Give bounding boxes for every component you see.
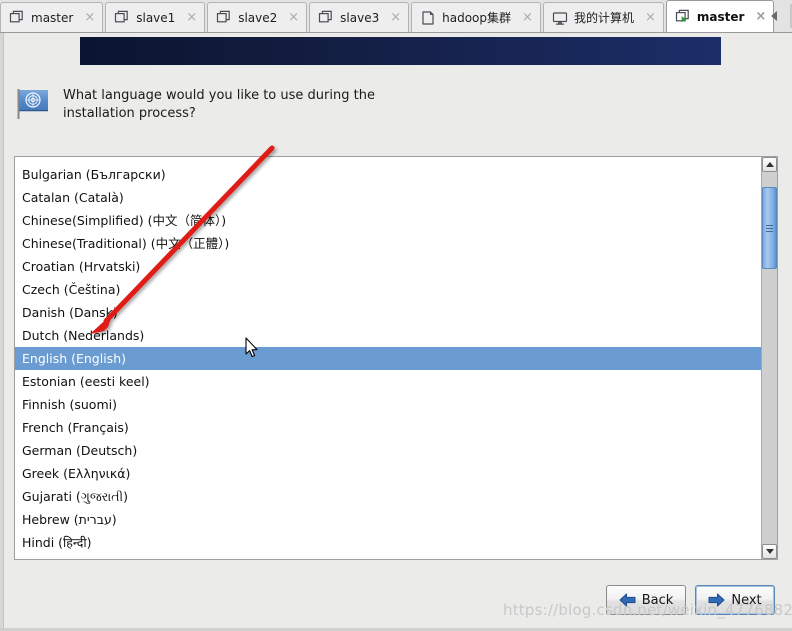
window-stack-icon bbox=[318, 10, 334, 26]
window-stack-icon bbox=[217, 10, 231, 22]
tab-label: slave2 bbox=[238, 10, 278, 25]
language-list-item[interactable]: Catalan (Català) bbox=[15, 186, 761, 209]
question-header: What language would you like to use duri… bbox=[14, 84, 614, 134]
tab-7-active[interactable]: master × bbox=[665, 0, 775, 32]
language-list-item[interactable]: Hebrew (עברית) bbox=[15, 508, 761, 531]
close-icon[interactable]: × bbox=[388, 11, 403, 24]
tab-5[interactable]: hadoop集群 × bbox=[411, 2, 541, 32]
language-list-item[interactable]: Gujarati (ગુજરાતી) bbox=[15, 485, 761, 508]
tab-4[interactable]: slave3 × bbox=[309, 2, 410, 32]
tab-label: 我的计算机 bbox=[573, 11, 634, 25]
watermark-text: https://blog.csdn.net/weixin_47768822 bbox=[503, 601, 792, 619]
scroll-down-arrow bbox=[765, 549, 774, 554]
tab-label: hadoop集群 bbox=[442, 11, 512, 25]
monitor-icon bbox=[552, 10, 568, 26]
scrollbar-grip bbox=[766, 225, 773, 232]
language-list-item[interactable]: French (Français) bbox=[15, 416, 761, 439]
window-stack-icon bbox=[9, 10, 25, 26]
window-stack-icon bbox=[114, 10, 130, 26]
close-icon[interactable]: × bbox=[286, 11, 301, 24]
language-list-item[interactable]: Finnish (suomi) bbox=[15, 393, 761, 416]
language-list-item[interactable]: Dutch (Nederlands) bbox=[15, 324, 761, 347]
language-list-item[interactable]: Greek (Ελληνικά) bbox=[15, 462, 761, 485]
tab-strip: master × slave1 × slave2 × slave3 × hadoop集群 × 我的计… bbox=[0, 0, 776, 32]
mouse-pointer bbox=[245, 337, 258, 358]
chevron-up-icon[interactable] bbox=[762, 157, 777, 172]
language-list-item[interactable]: Chinese(Traditional) (中文（正體）) bbox=[15, 232, 761, 255]
close-icon[interactable]: × bbox=[184, 11, 199, 24]
language-list[interactable]: Bulgarian (Български) Catalan (Català) Chi… bbox=[15, 157, 761, 559]
scrollbar-thumb[interactable] bbox=[762, 187, 777, 269]
tab-scroll-left-button[interactable] bbox=[768, 9, 780, 23]
tab-label: slave3 bbox=[340, 10, 380, 25]
tab-2[interactable]: slave1 × bbox=[105, 2, 206, 32]
language-list-item[interactable]: English (English) bbox=[15, 347, 761, 370]
tab-6[interactable]: 我的计算机 × bbox=[542, 2, 664, 32]
un-flag-icon bbox=[14, 86, 52, 120]
language-list-item[interactable]: Bulgarian (Български) bbox=[15, 163, 761, 186]
installer-banner bbox=[80, 37, 721, 65]
window-stack-icon bbox=[216, 10, 232, 26]
tab-label: slave1 bbox=[136, 10, 176, 25]
window-stack-play-icon bbox=[675, 9, 691, 25]
tab-label: master bbox=[31, 10, 74, 25]
chevron-down-icon[interactable] bbox=[762, 544, 777, 559]
folder-tab-icon bbox=[420, 10, 436, 26]
language-list-item[interactable]: Hindi (हिन्दी) bbox=[15, 531, 761, 554]
window-left-frame bbox=[0, 33, 4, 631]
window-stack-icon bbox=[9, 10, 23, 22]
monitor-icon bbox=[552, 11, 568, 25]
scroll-up-arrow bbox=[765, 162, 774, 167]
close-icon[interactable]: × bbox=[82, 11, 97, 24]
language-list-item[interactable]: Danish (Dansk) bbox=[15, 301, 761, 324]
tab-1[interactable]: master × bbox=[0, 2, 104, 32]
close-icon[interactable]: × bbox=[643, 11, 658, 24]
language-question-label: What language would you like to use duri… bbox=[63, 88, 375, 121]
folder-tab-icon bbox=[422, 10, 434, 25]
language-listbox[interactable]: Bulgarian (Български) Catalan (Català) Chi… bbox=[14, 156, 778, 560]
vertical-scrollbar[interactable] bbox=[761, 157, 777, 559]
window-stack-icon bbox=[115, 10, 129, 22]
triangle-left-icon bbox=[771, 11, 777, 21]
browser-tab-bar: master × slave1 × slave2 × slave3 × hadoop集群 × 我的计… bbox=[0, 0, 792, 33]
window-stack-icon bbox=[319, 10, 332, 22]
tab-3[interactable]: slave2 × bbox=[207, 2, 308, 32]
language-list-item[interactable]: Estonian (eesti keel) bbox=[15, 370, 761, 393]
language-list-item[interactable]: German (Deutsch) bbox=[15, 439, 761, 462]
language-list-item[interactable]: Chinese(Simplified) (中文（简体）) bbox=[15, 209, 761, 232]
window-stack-play-icon bbox=[675, 9, 689, 22]
close-icon[interactable]: × bbox=[753, 10, 768, 23]
close-icon[interactable]: × bbox=[520, 11, 535, 24]
tab-label: master bbox=[696, 9, 745, 24]
language-list-item[interactable]: Croatian (Hrvatski) bbox=[15, 255, 761, 278]
language-list-item[interactable]: Czech (Čeština) bbox=[15, 278, 761, 301]
